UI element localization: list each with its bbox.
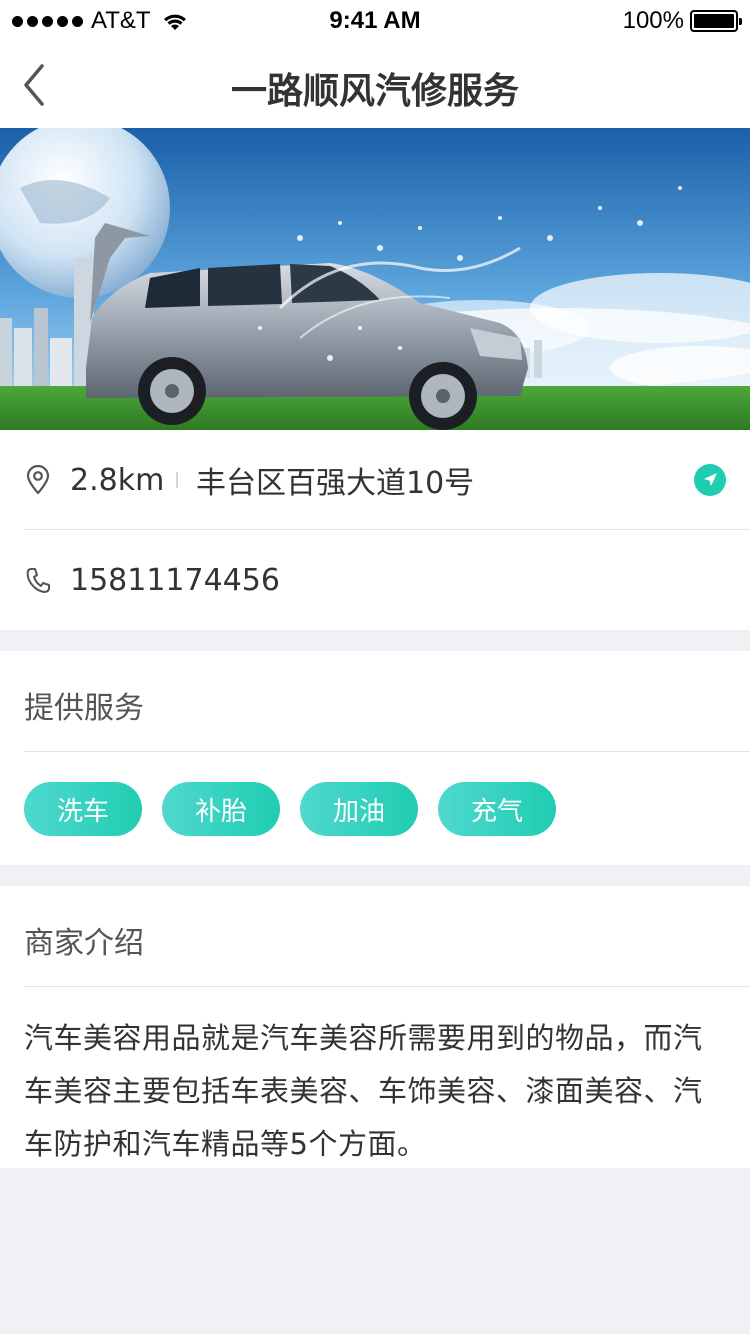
navigation-bar: 一路顺风汽修服务 [0,40,750,128]
distance-label: 2.8km [70,462,165,498]
phone-icon [26,568,50,593]
intro-text: 汽车美容用品就是汽车美容所需要用到的物品，而汽车美容主要包括车表美容、车饰美容、… [24,1021,703,1161]
service-tag-refuel[interactable]: 加油 [300,782,418,836]
phone-number[interactable]: 15811174456 [70,563,280,598]
intro-title: 商家介绍 [24,926,144,961]
service-tags: 洗车 补胎 加油 充气 [24,782,556,836]
navigate-icon[interactable] [694,464,726,496]
shop-info-card: 2.8km 丰台区百强大道10号 15811174456 [0,430,750,630]
service-tag-tire-repair[interactable]: 补胎 [162,782,280,836]
service-tag-car-wash[interactable]: 洗车 [24,782,142,836]
services-section: 提供服务 洗车 补胎 加油 充气 [0,651,750,865]
status-right: 100% [622,7,742,35]
location-pin-icon [26,465,50,495]
shop-banner-image [0,128,750,430]
address-label: 丰台区百强大道10号 [196,466,475,501]
intro-divider [24,986,750,987]
page-title: 一路顺风汽修服务 [230,71,519,112]
phone-row[interactable]: 15811174456 [0,530,750,630]
car-wash-illustration [0,128,750,430]
battery-icon [690,10,742,32]
address-row: 2.8km 丰台区百强大道10号 [0,430,750,530]
services-divider [24,751,750,752]
status-bar: AT&T 9:41 AM 100% [0,0,750,40]
battery-percent: 100% [622,7,684,34]
service-tag-inflate[interactable]: 充气 [438,782,556,836]
separator [176,472,178,488]
services-title: 提供服务 [24,691,144,726]
intro-section: 商家介绍 汽车美容用品就是汽车美容所需要用到的物品，而汽车美容主要包括车表美容、… [0,886,750,1168]
